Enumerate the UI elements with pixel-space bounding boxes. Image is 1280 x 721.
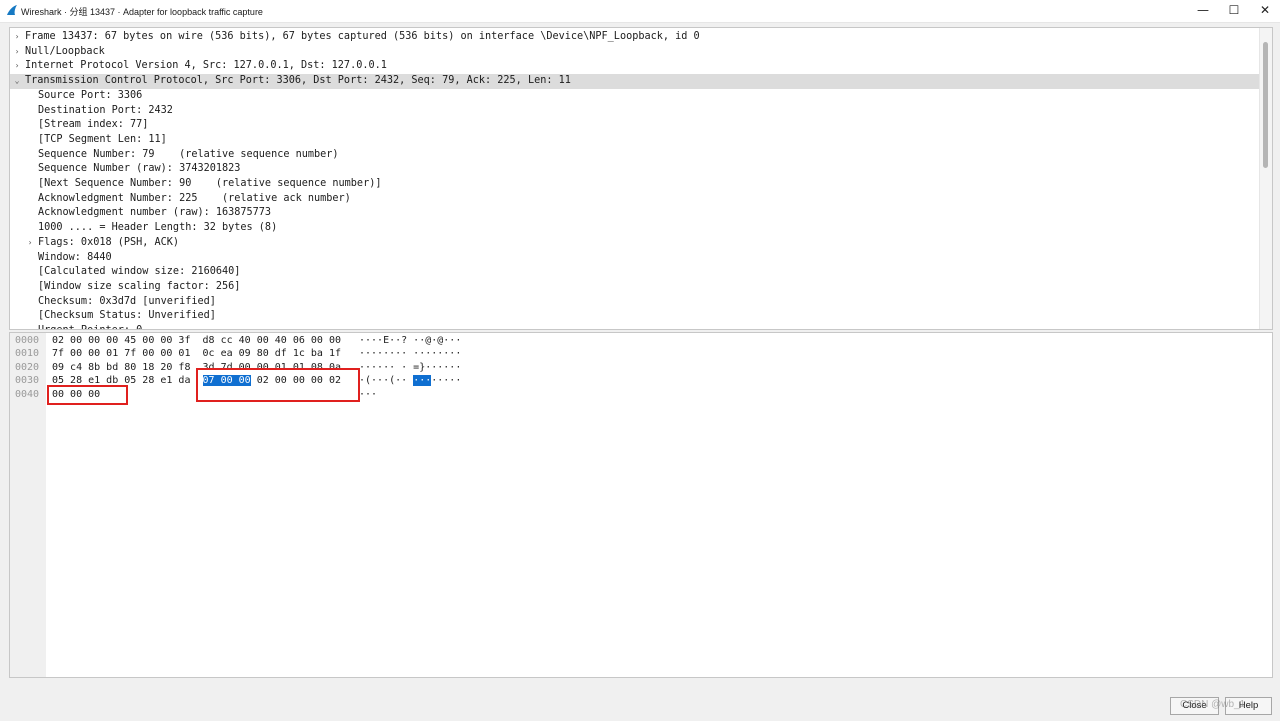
window-title: Wireshark · 分组 13437 · Adapter for loopb… [21,7,263,17]
hex-bytes[interactable]: 7f 00 00 01 7f 00 00 01 0c ea 09 80 df 1… [52,347,341,360]
detail-row-label: Internet Protocol Version 4, Src: 127.0.… [25,60,387,72]
ascii-bytes[interactable]: ······ · =}······ [359,361,461,374]
detail-row-label: Source Port: 3306 [38,89,143,101]
hex-bytes[interactable]: 02 00 00 00 45 00 00 3f d8 cc 40 00 40 0… [52,334,341,347]
detail-row-label: Acknowledgment Number: 225 (relative ack… [38,192,351,204]
packet-details-pane[interactable]: › Frame 13437: 67 bytes on wire (536 bits… [9,27,1273,330]
byte-offset: 0040 [15,388,40,400]
detail-row-label: Sequence Number: 79 (relative sequence n… [38,148,339,160]
detail-row[interactable]: Checksum: 0x3d7d [unverified] [10,295,1259,310]
detail-row-label: [Next Sequence Number: 90 (relative sequ… [38,178,382,189]
minimize-button[interactable]: — [1186,0,1220,22]
detail-row-label: Null/Loopback [25,45,105,57]
detail-row[interactable]: [Calculated window size: 2160640] [10,265,1259,280]
detail-row[interactable]: Sequence Number: 79 (relative sequence n… [10,148,1259,163]
detail-row-label: Sequence Number (raw): 3743201823 [38,163,241,175]
selected-ascii-bytes[interactable]: ··· [413,375,432,387]
detail-row-label: Flags: 0x018 (PSH, ACK) [38,236,180,248]
chevron-down-icon[interactable]: ⌄ [11,74,23,89]
minimize-icon: — [1197,3,1209,17]
hex-bytes-text: 7f 00 00 01 7f 00 00 01 0c ea 09 80 df 1… [52,348,341,360]
bytes-row: 0010 7f 00 00 01 7f 00 00 01 0c ea 09 80 … [10,347,610,360]
detail-row[interactable]: [Stream index: 77] [10,118,1259,133]
detail-row[interactable]: Source Port: 3306 [10,89,1259,104]
detail-row-label: Window: 8440 [38,251,112,263]
detail-row-label: [Window size scaling factor: 256] [38,280,241,292]
detail-row[interactable]: › Null/Loopback [10,45,1259,60]
detail-row[interactable]: [Next Sequence Number: 90 (relative sequ… [10,177,1259,192]
detail-row[interactable]: Urgent Pointer: 0 [10,324,1259,329]
detail-row-label: [Calculated window size: 2160640] [38,266,241,278]
detail-row[interactable]: ⌄ Transmission Control Protocol, Src Port… [10,74,1259,89]
ascii-bytes-text: ········ ········ [359,348,462,360]
detail-row[interactable]: [TCP Segment Len: 11] [10,133,1259,148]
detail-row[interactable]: [Checksum Status: Unverified] [10,309,1259,324]
detail-row[interactable]: Acknowledgment Number: 225 (relative ack… [10,192,1259,207]
maximize-icon: ☐ [1228,3,1240,17]
details-scrollbar-thumb[interactable] [1263,42,1268,168]
byte-offset: 0020 [15,361,40,373]
detail-row-label: Urgent Pointer: 0 [38,324,142,329]
hex-bytes-text: 02 00 00 00 45 00 00 3f d8 cc 40 00 40 0… [52,335,341,346]
detail-row-label: Transmission Control Protocol, Src Port:… [25,75,571,87]
packet-bytes-pane[interactable]: 0000 02 00 00 00 45 00 00 3f d8 cc 40 00 … [9,332,1273,678]
detail-row[interactable]: Destination Port: 2432 [10,104,1259,119]
ascii-bytes[interactable]: ····E··? ··@·@··· [359,334,461,347]
detail-row-label: Frame 13437: 67 bytes on wire (536 bits)… [25,31,700,42]
details-scrollbar[interactable] [1259,28,1272,329]
chevron-right-icon[interactable]: › [11,45,23,60]
detail-row-label: [Checksum Status: Unverified] [38,310,216,322]
detail-row[interactable]: Acknowledgment number (raw): 163875773 [10,206,1259,221]
ascii-bytes[interactable]: ··· [359,388,377,401]
maximize-button[interactable]: ☐ [1217,0,1251,22]
wireshark-fin-icon [7,5,17,15]
detail-row[interactable]: › Frame 13437: 67 bytes on wire (536 bits… [10,30,1259,45]
ascii-bytes-text: ·(···(·· [359,375,414,387]
annotation-box-trailing-bytes [47,385,128,405]
byte-offset: 0000 [15,335,40,346]
chevron-right-icon[interactable]: › [24,236,36,251]
bytes-row: 0000 02 00 00 00 45 00 00 3f d8 cc 40 00 … [10,334,610,347]
ascii-bytes[interactable]: ········ ········ [359,347,461,360]
byte-offset: 0010 [15,348,40,360]
close-window-button[interactable]: ✕ [1248,0,1280,22]
ascii-bytes-text: ··· [359,388,378,400]
detail-row[interactable]: › Internet Protocol Version 4, Src: 127.0… [10,59,1259,74]
detail-row[interactable]: Window: 8440 [10,251,1259,266]
ascii-bytes-text: ····E··? ··@·@··· [359,335,462,346]
detail-row[interactable]: › Flags: 0x018 (PSH, ACK) [10,236,1259,251]
detail-row[interactable]: 1000 .... = Header Length: 32 bytes (8) [10,221,1259,236]
annotation-box-selected-bytes [196,368,360,402]
detail-row[interactable]: [Window size scaling factor: 256] [10,280,1259,295]
detail-row-label: Destination Port: 2432 [38,104,173,116]
detail-row-label: Acknowledgment number (raw): 163875773 [38,207,272,219]
watermark: CSDN @wb_1 [1180,699,1246,710]
ascii-bytes[interactable]: ·(···(·· ········ [359,374,461,387]
chevron-right-icon[interactable]: › [11,59,23,74]
detail-row[interactable]: Sequence Number (raw): 3743201823 [10,162,1259,177]
ascii-bytes-text: ······ · =}······ [359,361,462,373]
detail-row-label: 1000 .... = Header Length: 32 bytes (8) [38,222,278,234]
detail-row-label: [TCP Segment Len: 11] [38,133,167,145]
chevron-right-icon[interactable]: › [11,30,23,45]
close-icon: ✕ [1259,3,1271,17]
ascii-bytes-text: ····· [431,375,462,387]
detail-row-label: [Stream index: 77] [38,119,149,131]
detail-row-label: Checksum: 0x3d7d [unverified] [38,295,216,307]
title-bar: Wireshark · 分组 13437 · Adapter for loopb… [0,0,1280,23]
byte-offset: 0030 [15,375,40,387]
